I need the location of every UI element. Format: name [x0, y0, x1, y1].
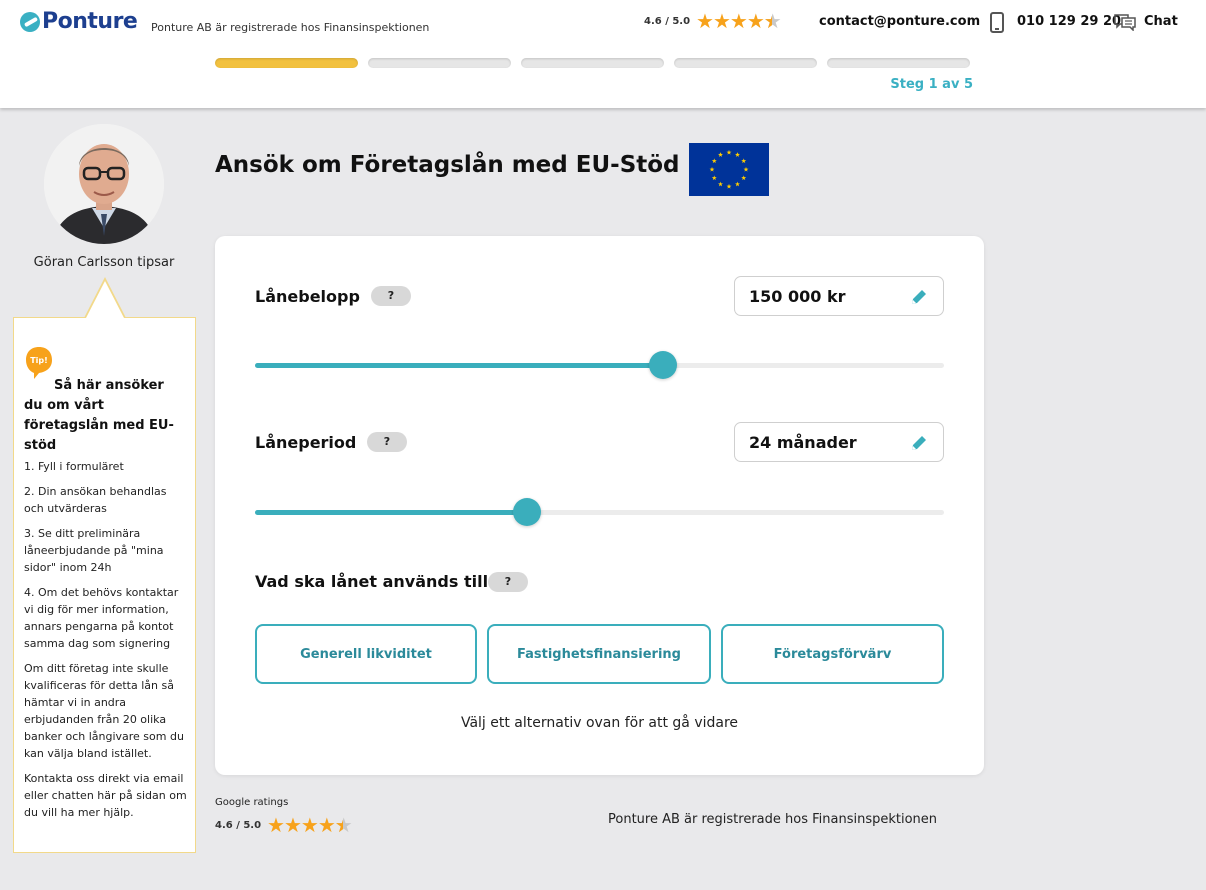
loan-amount-slider-thumb[interactable]: [648, 351, 677, 379]
tip-panel: Tip! Så här ansöker du om vårt företagsl…: [13, 317, 196, 853]
tip-badge-label: Tip!: [30, 356, 48, 365]
loan-period-slider-thumb[interactable]: [513, 498, 542, 526]
progress-step-2: [368, 58, 511, 68]
advisor-photo: [44, 124, 164, 244]
loan-period-value: 24 månader: [749, 433, 857, 452]
loan-purpose-options: Generell likviditet Fastighetsfinansieri…: [255, 624, 944, 684]
tip-step: 1. Fyll i formuläret: [24, 460, 124, 473]
header: Ponture Ponture AB är registrerade hos F…: [0, 0, 1206, 108]
tip-step: Kontakta oss direkt via email eller chat…: [24, 772, 187, 819]
star-rating-icon: ★★★★★: [267, 815, 353, 835]
option-acquisition-button[interactable]: Företagsförvärv: [721, 624, 944, 684]
loan-amount-help-button[interactable]: ?: [371, 286, 411, 306]
phone-icon: [990, 12, 1004, 33]
step-label: Steg 1 av 5: [890, 77, 973, 92]
footer-rating-value: 4.6 / 5.0: [215, 819, 262, 831]
tip-step: Om ditt företag inte skulle kvalificeras…: [24, 662, 184, 760]
logo-icon: [20, 11, 40, 32]
option-real-estate-financing-button[interactable]: Fastighetsfinansiering: [487, 624, 711, 684]
advisor-avatar: [44, 124, 164, 244]
chat-button[interactable]: Chat: [1144, 14, 1178, 29]
tip-step: 3. Se ditt preliminära låneerbjudande på…: [24, 527, 164, 574]
edit-pencil-icon[interactable]: [909, 287, 929, 307]
tip-heading: Så här ansöker du om vårt företagslån me…: [24, 378, 174, 453]
progress-step-3: [521, 58, 664, 68]
option-general-liquidity-button[interactable]: Generell likviditet: [255, 624, 477, 684]
logo-text: Ponture: [42, 9, 138, 34]
footer-registration-text: Ponture AB är registrerade hos Finansins…: [608, 812, 938, 827]
ponture-logo[interactable]: Ponture: [20, 9, 138, 34]
step-progress-bar: [215, 58, 970, 68]
rating-value: 4.6 / 5.0: [644, 15, 691, 27]
tip-badge-icon: Tip!: [26, 347, 52, 379]
loan-period-help-button[interactable]: ?: [367, 432, 407, 452]
loan-amount-slider[interactable]: [255, 351, 944, 379]
advisor-name: Göran Carlsson tipsar: [33, 255, 175, 270]
tip-pointer-fill: [86, 281, 124, 318]
loan-amount-value: 150 000 kr: [749, 287, 846, 306]
edit-pencil-icon[interactable]: [909, 433, 929, 453]
header-rating: 4.6 / 5.0 ★★★★★: [644, 11, 782, 31]
selection-hint: Välj ett alternativ ovan för att gå vida…: [460, 715, 739, 731]
progress-step-5: [827, 58, 970, 68]
loan-amount-label: Lånebelopp: [255, 287, 360, 306]
footer-rating: 4.6 / 5.0 ★★★★★: [215, 815, 353, 835]
contact-email-link[interactable]: contact@ponture.com: [819, 14, 980, 29]
loan-amount-input[interactable]: 150 000 kr: [734, 276, 944, 316]
registration-text: Ponture AB är registrerade hos Finansins…: [151, 21, 430, 34]
progress-step-4: [674, 58, 817, 68]
loan-purpose-label: Vad ska lånet används till: [255, 572, 489, 591]
loan-period-label: Låneperiod: [255, 433, 357, 452]
loan-period-slider-fill: [255, 510, 528, 515]
tip-step: 4. Om det behövs kontaktar vi dig för me…: [24, 586, 179, 650]
eu-flag-icon: [689, 143, 769, 196]
progress-step-1: [215, 58, 358, 68]
loan-period-input[interactable]: 24 månader: [734, 422, 944, 462]
page-title: Ansök om Företagslån med EU-Stöd: [215, 152, 680, 178]
tip-step: 2. Din ansökan behandlas och utvärderas: [24, 485, 167, 515]
loan-form-card: Lånebelopp ? 150 000 kr Låneperiod ? 24 …: [215, 236, 984, 775]
loan-purpose-help-button[interactable]: ?: [488, 572, 528, 592]
loan-amount-slider-fill: [255, 363, 663, 368]
chat-icon[interactable]: [1114, 13, 1136, 31]
star-rating-icon: ★★★★★: [696, 11, 782, 31]
tip-steps: 1. Fyll i formuläret 2. Din ansökan behan…: [24, 458, 189, 829]
loan-period-slider[interactable]: [255, 498, 944, 526]
google-ratings-label: Google ratings: [215, 797, 289, 808]
phone-number-link[interactable]: 010 129 29 20: [1017, 14, 1121, 29]
